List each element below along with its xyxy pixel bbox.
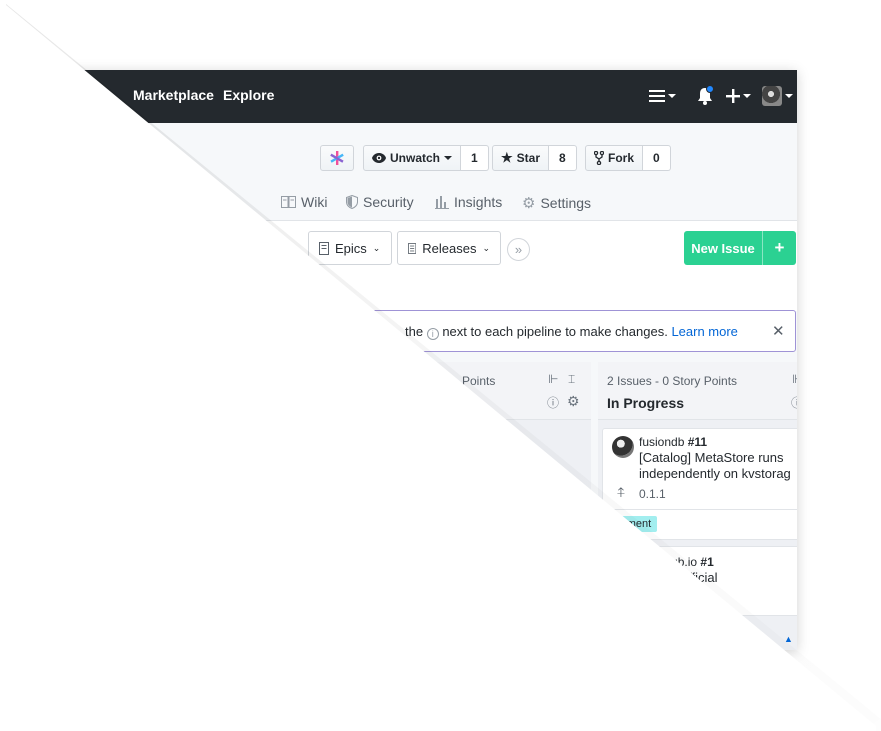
tab-settings-label: Settings	[540, 195, 592, 211]
epics-dropdown[interactable]: Epics ⌄	[308, 231, 392, 265]
fork-group: Fork 0	[585, 145, 671, 171]
releases-label: Releases	[422, 240, 477, 256]
fork-label: Fork	[608, 151, 635, 165]
watch-count[interactable]: 1	[461, 145, 489, 171]
pipeline-column: 2 Issues - 0 Story Points In Progress ⊩ …	[598, 362, 797, 650]
issue-card[interactable]: ib.github.io #1 uild an official	[602, 546, 797, 616]
graph-icon	[435, 195, 449, 209]
card-issue-number[interactable]: #11	[688, 435, 707, 449]
banner-text-end: next to each pipeline to make changes.	[442, 324, 668, 339]
banner-text: the i next to each pipeline to make chan…	[405, 324, 738, 340]
card-repo: ib.github.io #1	[639, 555, 714, 569]
chevron-down-icon	[743, 94, 751, 98]
chevron-down-icon	[785, 94, 793, 98]
collapse-icon[interactable]: ⊩	[792, 372, 797, 386]
issue-card[interactable]: fusiondb #11 [Catalog] MetaStore runs in…	[602, 428, 797, 540]
new-issue-label: New Issue	[684, 231, 763, 265]
chevron-down-icon	[668, 94, 676, 98]
expand-icon[interactable]: ⌶	[568, 372, 575, 387]
top-nav: Marketplace Explore	[0, 70, 797, 123]
star-group: ★ Star 8	[492, 145, 577, 171]
app-window: Marketplace Explore Unwatch 1 ★ Star 8 F…	[0, 70, 797, 650]
bell-icon	[698, 86, 714, 105]
banner-text-start: the	[405, 324, 424, 339]
chevron-down-icon: ⌄	[372, 242, 381, 253]
close-icon[interactable]: ✕	[772, 322, 785, 340]
pipeline-header: 2 Issues - 0 Story Points In Progress ⊩ …	[598, 362, 797, 420]
info-banner: the i next to each pipeline to make chan…	[130, 310, 796, 352]
pipeline-meta: Points	[462, 374, 496, 388]
star-count[interactable]: 8	[549, 145, 577, 171]
card-divider	[603, 509, 797, 510]
tab-wiki-label: Wiki	[301, 194, 328, 210]
menu-button[interactable]	[649, 85, 676, 107]
pipeline-name: In Progress	[607, 395, 685, 411]
gear-icon[interactable]: ⚙	[567, 393, 580, 410]
user-menu-button[interactable]	[762, 85, 793, 107]
more-filters-button[interactable]: »	[507, 238, 530, 261]
pipeline-column: Points ⊩ ⌶ ⓘ ⚙	[300, 362, 591, 650]
new-issue-button[interactable]: New Issue +	[684, 231, 796, 265]
notifications-button[interactable]	[696, 85, 714, 107]
card-title[interactable]: uild an official	[639, 570, 718, 586]
card-issue-number[interactable]: #1	[700, 555, 713, 569]
unwatch-label: Unwatch	[390, 151, 441, 165]
new-issue-menu-button[interactable]: +	[763, 231, 796, 265]
tab-settings[interactable]: ⚙ Settings	[522, 194, 591, 212]
shield-icon	[346, 195, 358, 209]
chevron-down-icon	[444, 156, 453, 160]
card-title[interactable]: independently on kvstorag	[639, 466, 791, 482]
pipeline-header: Points ⊩ ⌶ ⓘ ⚙	[300, 362, 591, 420]
menu-icon	[649, 90, 665, 102]
plus-icon	[726, 89, 740, 103]
epics-label: Epics	[335, 240, 367, 256]
tab-insights-label: Insights	[454, 194, 503, 210]
nav-marketplace[interactable]: Marketplace	[133, 87, 214, 103]
avatar	[612, 436, 634, 458]
board-toolbar: Epics ⌄ Releases ⌄ » New Issue +	[0, 221, 797, 311]
card-repo: fusiondb #11	[639, 435, 707, 449]
book-icon	[281, 196, 296, 208]
info-icon[interactable]: ⓘ	[547, 394, 559, 411]
star-button[interactable]: ★ Star	[492, 145, 549, 171]
gear-icon: ⚙	[522, 195, 536, 212]
sort-icon[interactable]: ▲	[784, 634, 793, 644]
card-title[interactable]: [Catalog] MetaStore runs	[639, 450, 784, 466]
info-icon[interactable]: ⓘ	[791, 394, 797, 411]
fork-count[interactable]: 0	[643, 145, 671, 171]
card-repo-name: fusiondb	[639, 435, 685, 449]
issue-label[interactable]: ncement	[603, 516, 658, 532]
releases-dropdown[interactable]: Releases ⌄	[397, 231, 501, 265]
card-release: 0.1.1	[639, 487, 666, 501]
zenhub-button[interactable]	[320, 145, 354, 171]
repo-tabs: Wiki Security Insights ⚙ Settings	[0, 180, 797, 221]
fork-button[interactable]: Fork	[585, 145, 644, 171]
tab-security-label: Security	[363, 194, 414, 210]
star-label: Star	[516, 151, 540, 165]
card-repo-name: ib.github.io	[639, 555, 698, 569]
release-icon: ⍏	[617, 484, 626, 500]
release-icon	[408, 242, 417, 254]
zenhub-logo-icon	[330, 151, 344, 165]
tab-wiki[interactable]: Wiki	[281, 194, 327, 210]
eye-icon	[372, 153, 386, 163]
collapse-icon[interactable]: ⊩	[548, 372, 558, 386]
create-new-button[interactable]	[726, 85, 751, 107]
star-icon: ★	[501, 150, 513, 165]
nav-explore[interactable]: Explore	[223, 87, 274, 103]
info-icon: i	[426, 328, 439, 340]
avatar	[762, 86, 782, 106]
chevron-down-icon: ⌄	[482, 242, 490, 253]
learn-more-link[interactable]: Learn more	[671, 324, 737, 339]
fork-icon	[594, 151, 604, 165]
tab-insights[interactable]: Insights	[435, 194, 502, 210]
tab-security[interactable]: Security	[346, 194, 414, 210]
pipeline-meta: 2 Issues - 0 Story Points	[607, 374, 738, 388]
watch-group: Unwatch 1	[363, 145, 489, 171]
epic-icon	[319, 241, 329, 255]
unwatch-button[interactable]: Unwatch	[363, 145, 462, 171]
